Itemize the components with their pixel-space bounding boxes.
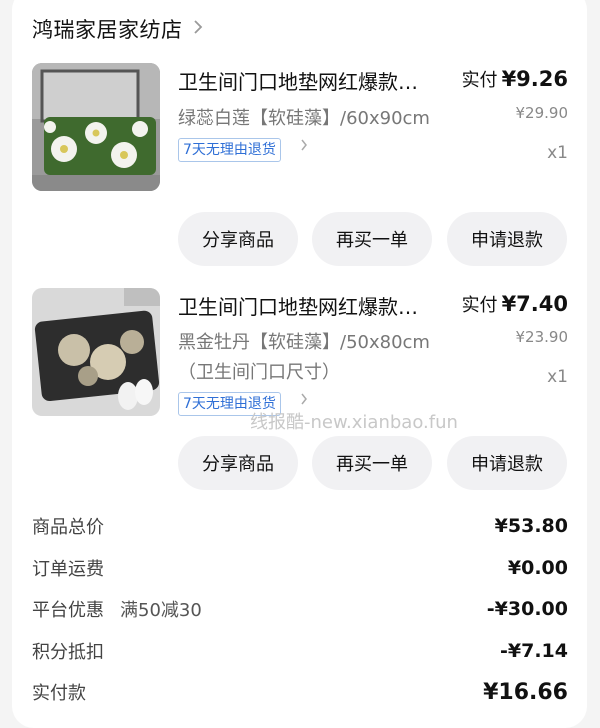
shipping-row: 订单运费 ¥0.00	[32, 553, 568, 583]
paid-price: 实付 ¥9.26	[462, 66, 568, 92]
paid-price-amount: ¥7.40	[501, 292, 568, 316]
share-product-button[interactable]: 分享商品	[178, 436, 298, 490]
share-product-button[interactable]: 分享商品	[178, 212, 298, 266]
platform-discount-label: 平台优惠	[32, 600, 104, 621]
platform-discount-promo: 满50减30	[120, 600, 202, 621]
original-price: ¥23.90	[515, 328, 569, 346]
paid-price-label: 实付	[461, 70, 498, 91]
shipping-label: 订单运费	[32, 559, 104, 580]
points-value: -¥7.14	[500, 640, 568, 662]
product-spec: 黑金牡丹【软硅藻】/50x80cm	[178, 332, 430, 353]
product-title[interactable]: 卫生间门口地垫网红爆款…	[178, 291, 418, 320]
watermark: 线报酷-new.xianbao.fun	[250, 412, 458, 433]
quantity: x1	[547, 143, 568, 163]
return-policy-tag[interactable]: 7天无理由退货	[178, 138, 281, 162]
shop-name: 鸿瑞家居家纺店	[32, 18, 183, 42]
product-title[interactable]: 卫生间门口地垫网红爆款…	[178, 66, 418, 95]
paid-price-label: 实付	[461, 295, 498, 316]
chevron-right-icon	[300, 138, 308, 156]
points-label: 积分抵扣	[32, 642, 104, 663]
chevron-right-icon	[193, 19, 203, 40]
goods-total-value: ¥53.80	[494, 515, 568, 537]
product-spec-note: （卫生间门口尺寸）	[178, 362, 340, 383]
shipping-value: ¥0.00	[507, 557, 568, 579]
product-spec: 绿蕊白莲【软硅藻】/60x90cm	[178, 108, 430, 129]
goods-total-row: 商品总价 ¥53.80	[32, 511, 568, 541]
platform-discount-row: 平台优惠 满50减30 -¥30.00	[32, 594, 568, 624]
product-image[interactable]	[32, 288, 160, 416]
quantity: x1	[547, 367, 568, 387]
platform-discount-label-group: 平台优惠 满50减30	[32, 596, 202, 622]
paid-price: 实付 ¥7.40	[462, 291, 568, 317]
points-row: 积分抵扣 -¥7.14	[32, 636, 568, 666]
paid-total-label: 实付款	[32, 683, 86, 704]
paid-total-row: 实付款 ¥16.66	[32, 677, 568, 707]
paid-price-amount: ¥9.26	[501, 67, 568, 91]
return-policy-label: 7天无理由退货	[183, 142, 276, 158]
request-refund-button[interactable]: 申请退款	[447, 436, 567, 490]
platform-discount-value: -¥30.00	[486, 598, 568, 620]
original-price: ¥29.90	[515, 104, 569, 122]
shop-header[interactable]: 鸿瑞家居家纺店	[32, 14, 203, 44]
request-refund-button[interactable]: 申请退款	[447, 212, 567, 266]
buy-again-button[interactable]: 再买一单	[312, 212, 432, 266]
product-image[interactable]	[32, 63, 160, 191]
buy-again-button[interactable]: 再买一单	[312, 436, 432, 490]
goods-total-label: 商品总价	[32, 517, 104, 538]
paid-total-value: ¥16.66	[483, 679, 568, 705]
